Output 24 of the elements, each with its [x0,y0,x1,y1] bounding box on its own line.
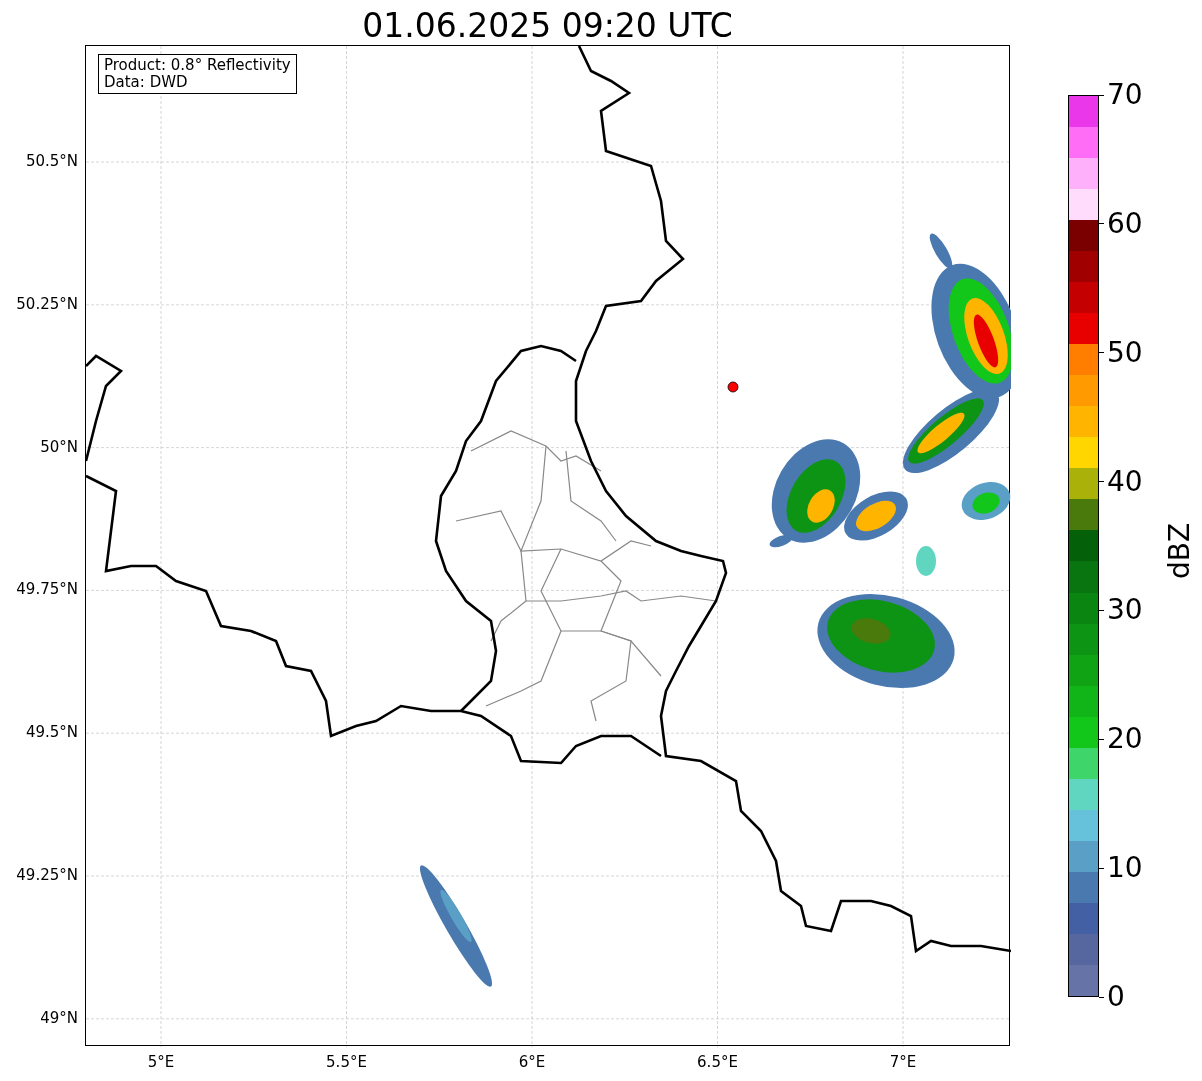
info-text: Data: DWD [104,74,189,91]
latitude-label: 49°N [40,1008,79,1027]
colorbar-label: dBZ [1166,522,1194,580]
longitude-label: 6°E [518,1053,546,1071]
longitude-label: 6.5°E [697,1053,738,1071]
latitude-label: 49.25°N [16,866,79,884]
longitude-label: 5°E [147,1053,175,1071]
colorbar-tick-label: 0 [1106,981,1125,1013]
longitude-label: 5.5°E [326,1053,367,1071]
colorbar-tick-label: 20 [1106,723,1143,756]
longitude-label: 7°E [889,1053,917,1071]
latitude-label: 49.75°N [16,580,79,599]
colorbar-tick-label: 60 [1106,207,1143,240]
colorbar-tick-label: 10 [1106,852,1143,885]
colorbar-tick-label: 50 [1106,336,1143,369]
latitude-label: 50°N [40,437,79,456]
colorbar-tick-label: 40 [1106,465,1143,498]
latitude-label: 50.25°N [16,294,79,313]
chart-title: 01.06.2025 09:20 UTC [362,9,733,45]
latitude-label: 49.5°N [25,723,79,742]
colorbar-tick-label: 30 [1106,594,1143,627]
info-text: Product: 0.8° Reflectivity [104,57,291,74]
colorbar-tick-label: 70 [1106,79,1143,111]
latitude-label: 50.5°N [25,152,79,170]
